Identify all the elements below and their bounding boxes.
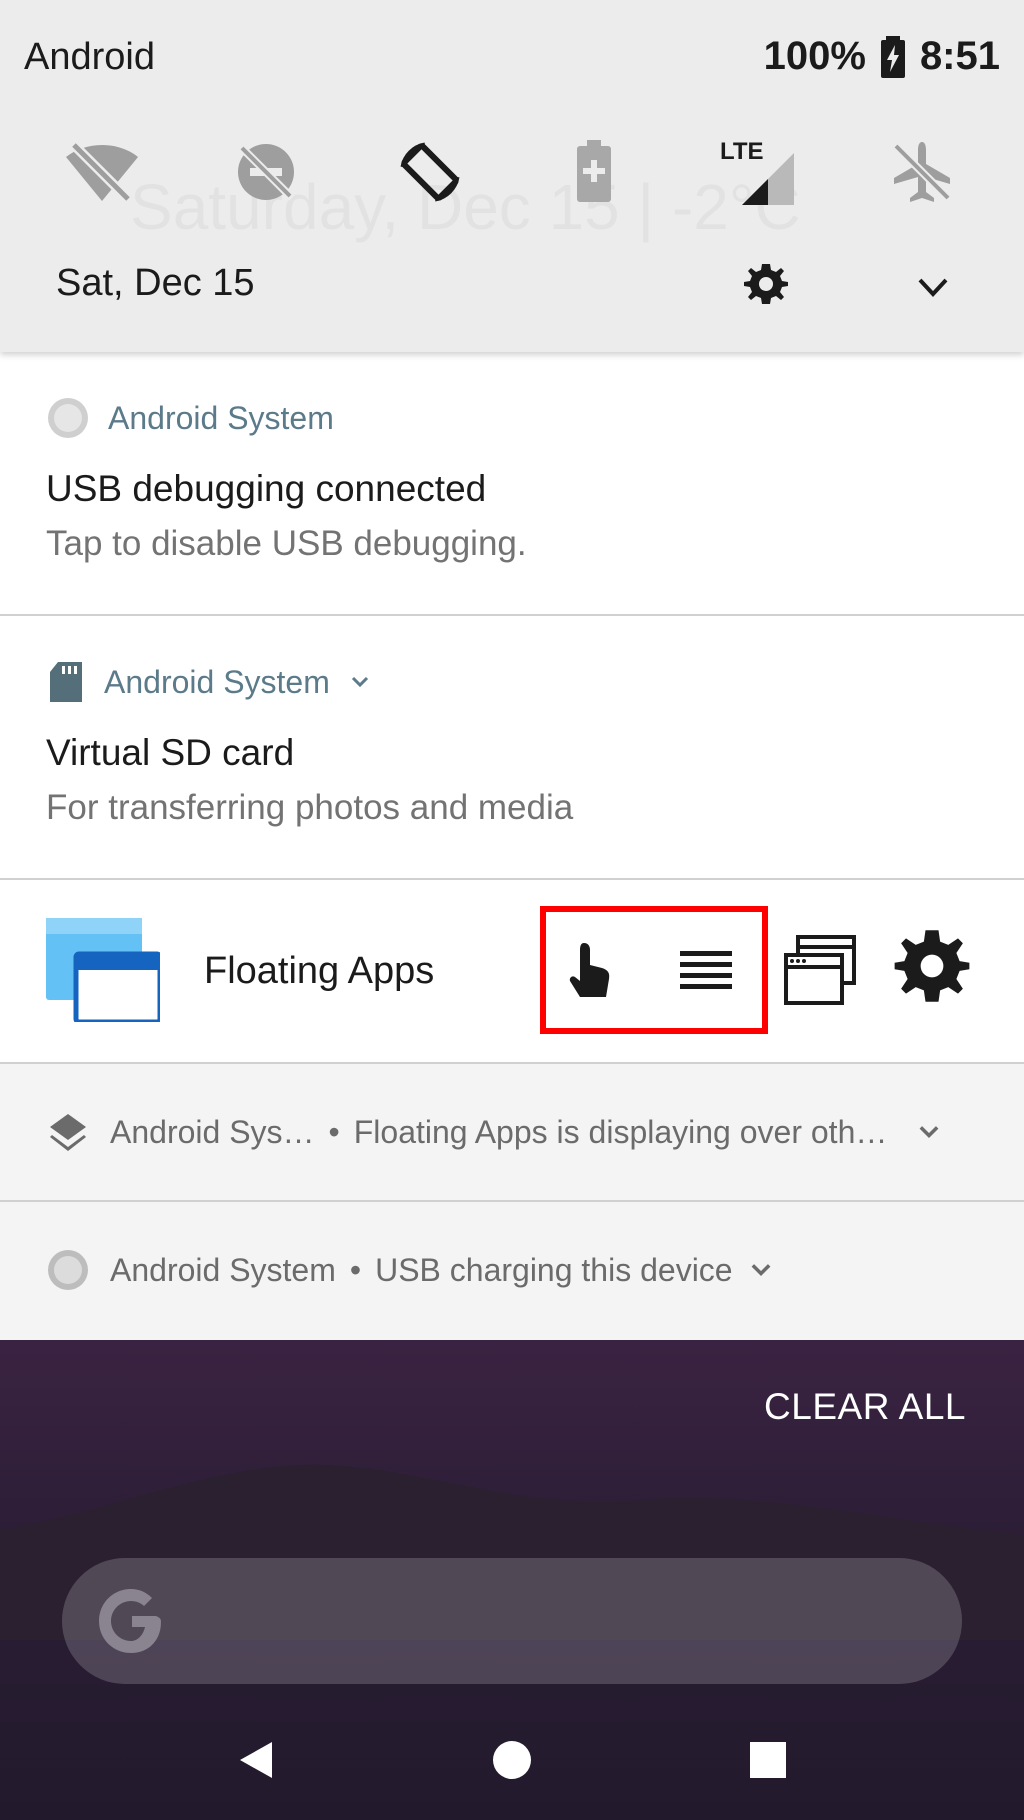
auto-rotate-icon[interactable] — [384, 126, 476, 218]
touch-icon[interactable] — [550, 928, 634, 1012]
status-right: 100% 8:51 — [764, 34, 1000, 79]
quick-settings-panel: Android 100% 8:51 Saturday, Dec 15 | -2°… — [0, 0, 1024, 352]
google-search-bar[interactable] — [62, 1558, 962, 1684]
notification-app-name: Android System — [108, 399, 334, 436]
chevron-down-icon[interactable] — [910, 264, 956, 310]
notification-text: Tap to disable USB debugging. — [46, 524, 527, 563]
chevron-down-icon[interactable] — [348, 670, 372, 694]
recents-icon — [750, 1742, 786, 1778]
quick-settings-tiles: LTE — [0, 112, 1024, 232]
chevron-down-icon[interactable] — [747, 1256, 775, 1284]
floating-apps-icon — [46, 918, 160, 1022]
notification-collapsed-row: Android Sys… • Floating Apps is displayi… — [46, 1110, 943, 1154]
recents-button[interactable] — [738, 1730, 798, 1790]
notification-virtual-sd-card[interactable]: Android System Virtual SD card For trans… — [0, 616, 1024, 880]
home-button[interactable] — [482, 1730, 542, 1790]
separator-dot: • — [349, 1251, 362, 1288]
battery-percentage: 100% — [763, 34, 866, 78]
notification-app-name: Android System — [110, 1251, 336, 1288]
notification-text: For transferring photos and media — [46, 788, 574, 827]
notification-floating-apps[interactable]: Floating Apps — [0, 880, 1024, 1064]
gear-icon[interactable] — [742, 260, 790, 308]
notification-text: USB charging this device — [375, 1251, 733, 1288]
airplane-mode-icon[interactable] — [876, 126, 968, 218]
back-button[interactable] — [226, 1730, 286, 1790]
notification-app-name: Android Sys… — [110, 1113, 315, 1150]
android-system-icon — [48, 1250, 88, 1290]
notification-usb-debugging[interactable]: Android System USB debugging connected T… — [0, 352, 1024, 616]
separator-dot: • — [328, 1113, 340, 1150]
notification-draw-over-apps[interactable]: Android Sys… • Floating Apps is displayi… — [0, 1064, 1024, 1202]
chevron-down-icon[interactable] — [915, 1118, 943, 1146]
notification-text: Floating Apps is displaying over oth… — [353, 1113, 888, 1150]
do-not-disturb-off-icon[interactable] — [220, 126, 312, 218]
notification-title: Virtual SD card — [46, 732, 295, 773]
wifi-off-icon[interactable] — [56, 126, 148, 218]
lte-label: LTE — [720, 138, 764, 165]
notification-collapsed-row: Android System • USB charging this devic… — [46, 1248, 775, 1292]
mobile-data-lte-icon[interactable]: LTE — [712, 126, 804, 218]
home-icon — [493, 1741, 531, 1779]
windows-icon[interactable] — [778, 928, 862, 1012]
battery-saver-icon[interactable] — [548, 126, 640, 218]
navigation-bar — [0, 1700, 1024, 1820]
notification-app-name: Android System — [104, 663, 330, 700]
sd-card-icon — [50, 662, 82, 702]
qs-date: Sat, Dec 15 — [56, 262, 255, 304]
google-g-icon — [99, 1589, 161, 1653]
clock: 8:51 — [919, 34, 1000, 78]
menu-lines-icon[interactable] — [664, 928, 748, 1012]
notification-title: USB debugging connected — [46, 468, 487, 509]
layers-icon — [50, 1114, 86, 1151]
android-system-icon — [48, 398, 88, 438]
status-bar: Android 100% 8:51 — [0, 0, 1024, 116]
notification-usb-charging[interactable]: Android System • USB charging this devic… — [0, 1202, 1024, 1340]
battery-charging-icon — [880, 35, 905, 78]
clear-all-button[interactable]: CLEAR ALL — [764, 1386, 966, 1428]
notification-header: Android System — [46, 396, 334, 440]
back-icon — [240, 1742, 272, 1778]
carrier-label: Android — [24, 36, 155, 78]
floating-apps-title: Floating Apps — [204, 950, 435, 992]
gear-icon[interactable] — [890, 924, 974, 1008]
notification-header: Android System — [46, 660, 372, 704]
